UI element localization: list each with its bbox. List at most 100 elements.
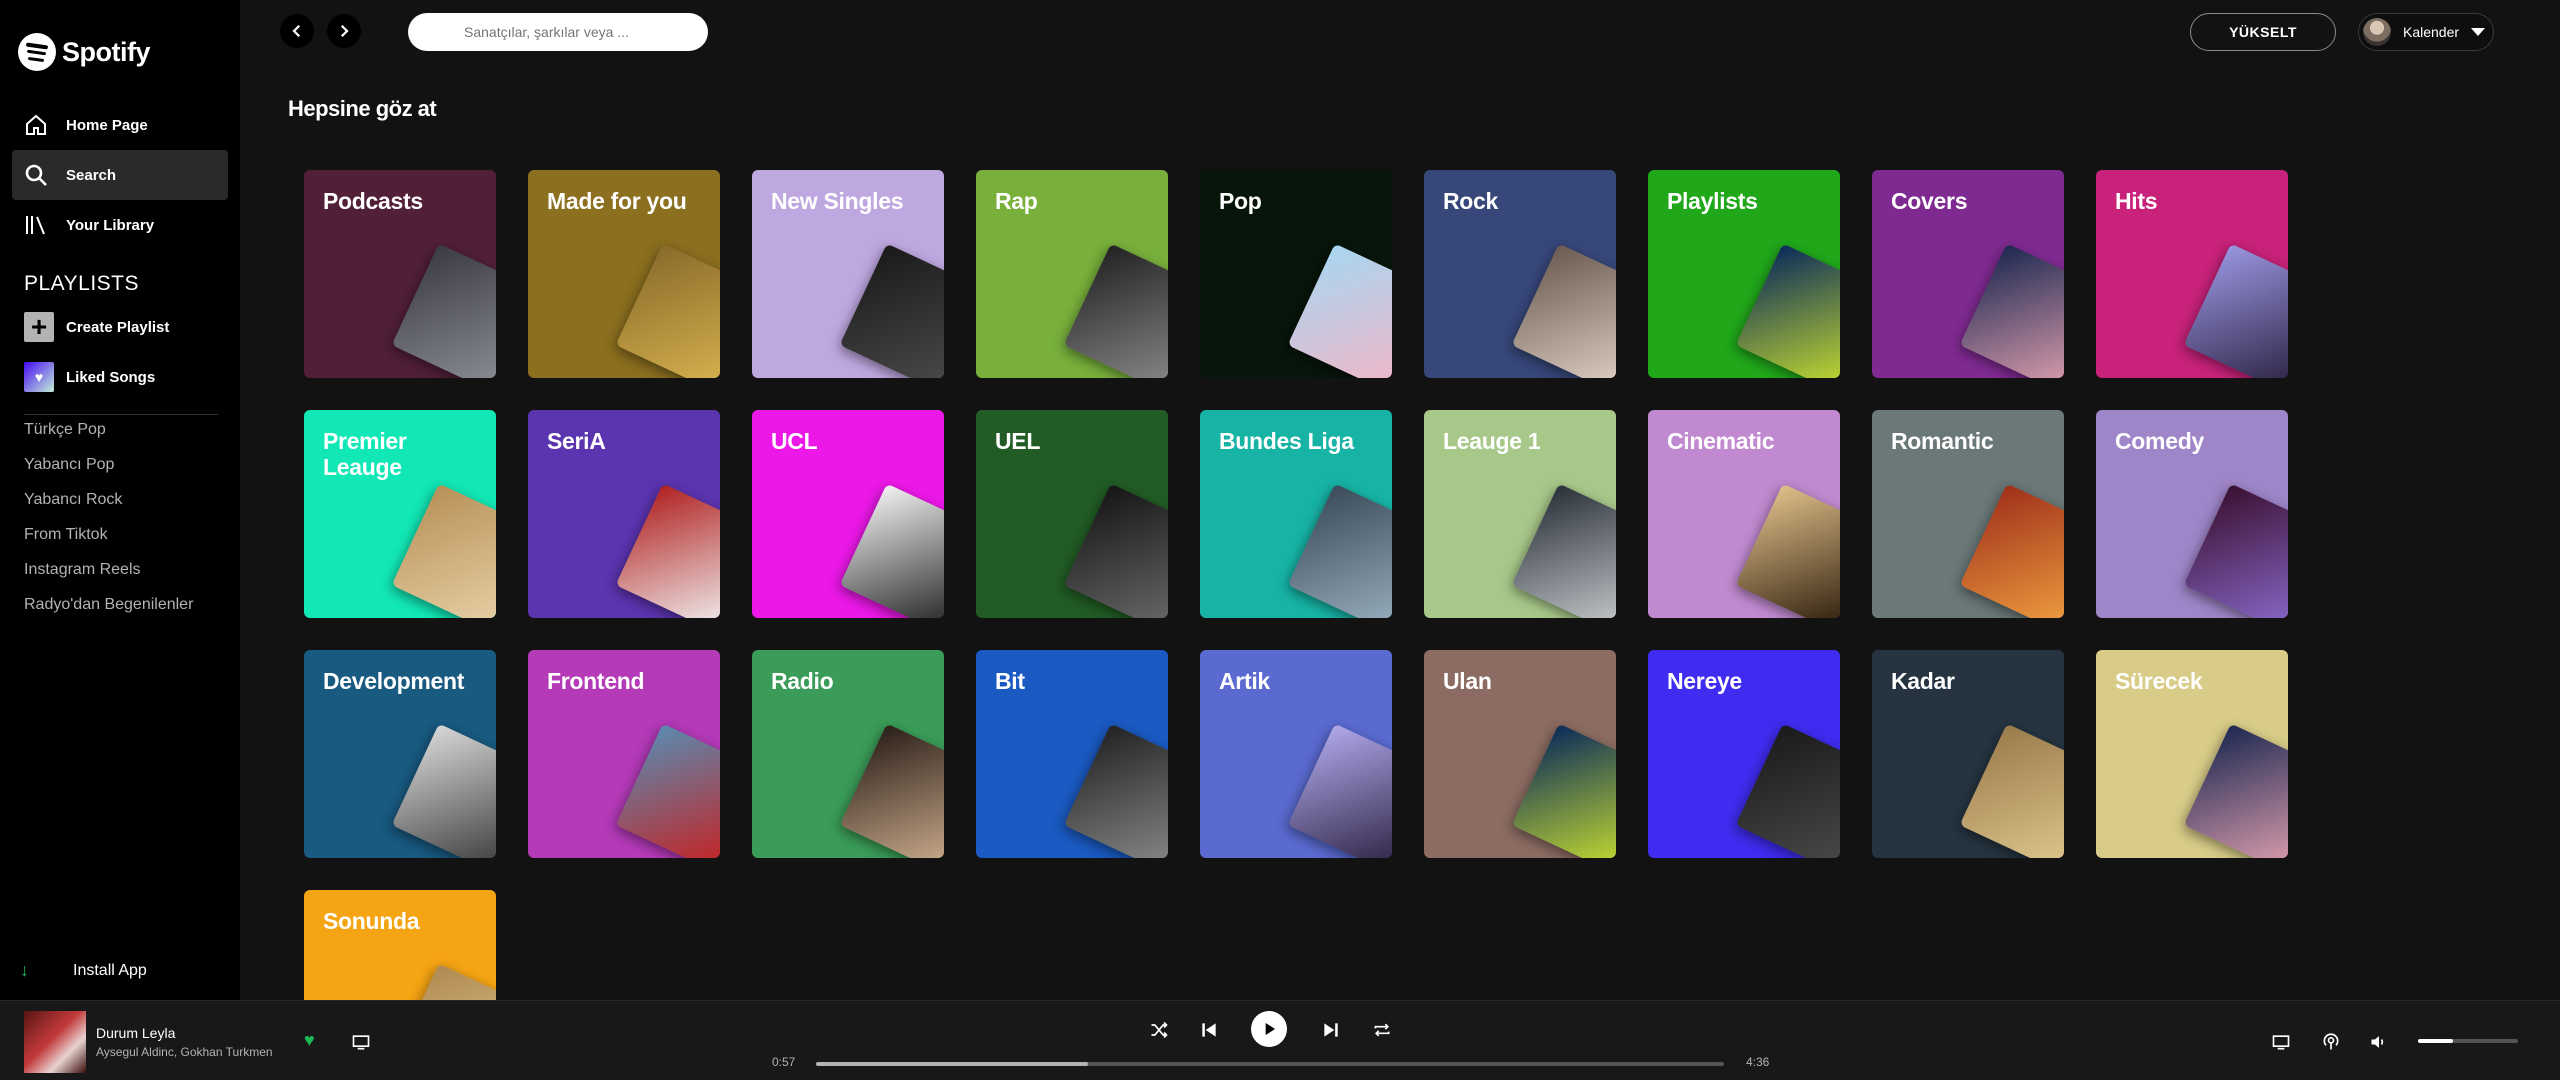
category-card[interactable]: Kadar — [1872, 650, 2064, 858]
user-menu[interactable]: Kalender — [2358, 13, 2494, 51]
category-card[interactable]: UCL — [752, 410, 944, 618]
category-card[interactable]: Rock — [1424, 170, 1616, 378]
category-cover-art — [615, 483, 720, 618]
category-cover-art — [1735, 243, 1840, 378]
category-cover-art — [1063, 723, 1168, 858]
category-card[interactable]: Premier Leauge — [304, 410, 496, 618]
playlist-item[interactable]: From Tiktok — [24, 525, 193, 560]
repeat-button[interactable] — [1371, 1019, 1393, 1041]
forward-button[interactable] — [327, 14, 361, 48]
chevron-left-icon — [292, 24, 301, 38]
category-card[interactable]: Hits — [2096, 170, 2288, 378]
category-card[interactable]: Podcasts — [304, 170, 496, 378]
category-title: Podcasts — [323, 188, 423, 214]
create-playlist-button[interactable]: + Create Playlist — [24, 312, 169, 342]
playlist-item[interactable]: Radyo'dan Begenilenler — [24, 595, 193, 630]
nav-library[interactable]: Your Library — [12, 200, 228, 250]
plus-icon: + — [24, 312, 54, 342]
category-card[interactable]: New Singles — [752, 170, 944, 378]
next-button[interactable] — [1320, 1019, 1342, 1041]
category-card[interactable]: Comedy — [2096, 410, 2288, 618]
category-card[interactable]: Bundes Liga — [1200, 410, 1392, 618]
category-card[interactable]: SeriA — [528, 410, 720, 618]
library-icon — [26, 216, 45, 235]
category-cover-art — [839, 723, 944, 858]
category-card[interactable]: Artik — [1200, 650, 1392, 858]
now-playing-artist[interactable]: Aysegul Aldinc, Gokhan Turkmen — [96, 1045, 273, 1059]
category-card[interactable]: Playlists — [1648, 170, 1840, 378]
category-card[interactable]: Romantic — [1872, 410, 2064, 618]
podcast-button[interactable] — [2320, 1031, 2342, 1053]
create-playlist-label: Create Playlist — [66, 318, 170, 336]
scrollbar[interactable] — [2544, 0, 2560, 1000]
repeat-icon — [1374, 1023, 1390, 1037]
total-time: 4:36 — [1746, 1055, 1770, 1069]
category-cover-art — [1511, 483, 1616, 618]
playlist-item[interactable]: Yabancı Pop — [24, 455, 193, 490]
now-playing-title[interactable]: Durum Leyla — [96, 1025, 175, 1041]
category-cover-art — [1063, 483, 1168, 618]
category-cover-art — [1511, 723, 1616, 858]
category-card[interactable]: Leauge 1 — [1424, 410, 1616, 618]
play-button[interactable] — [1251, 1011, 1287, 1047]
spotify-logo[interactable]: Spotify — [18, 32, 151, 72]
category-title: Comedy — [2115, 428, 2204, 454]
skip-back-icon — [1202, 1023, 1216, 1037]
volume-button[interactable] — [2368, 1031, 2390, 1053]
picture-in-picture-button[interactable] — [350, 1031, 372, 1053]
category-cover-art — [1287, 483, 1392, 618]
podcast-icon — [2323, 1033, 2339, 1050]
category-title: Rap — [995, 188, 1038, 214]
heart-icon[interactable]: ♥ — [304, 1030, 315, 1051]
install-app-button[interactable]: ↓ Install App — [20, 960, 147, 981]
category-card[interactable]: Ulan — [1424, 650, 1616, 858]
playlist-item[interactable]: Instagram Reels — [24, 560, 193, 595]
shuffle-button[interactable] — [1148, 1019, 1170, 1041]
category-card[interactable]: Rap — [976, 170, 1168, 378]
category-title: Covers — [1891, 188, 1968, 214]
upgrade-button[interactable]: YÜKSELT — [2190, 13, 2336, 51]
volume-slider[interactable] — [2418, 1039, 2518, 1043]
nav-search[interactable]: Search — [12, 150, 228, 200]
category-cover-art — [1287, 243, 1392, 378]
category-card[interactable]: Sonunda — [304, 890, 496, 1000]
category-card[interactable]: Cinematic — [1648, 410, 1840, 618]
category-title: Pop — [1219, 188, 1262, 214]
skip-forward-icon — [1324, 1023, 1338, 1037]
category-cover-art — [391, 483, 496, 618]
category-card[interactable]: Covers — [1872, 170, 2064, 378]
category-cover-art — [2183, 483, 2288, 618]
category-card[interactable]: Bit — [976, 650, 1168, 858]
now-playing-cover[interactable] — [24, 1011, 86, 1073]
category-cover-art — [391, 963, 496, 1000]
category-title: Artik — [1219, 668, 1270, 694]
category-title: Nereye — [1667, 668, 1742, 694]
progress-bar[interactable] — [816, 1062, 1724, 1066]
shuffle-icon — [1151, 1021, 1168, 1039]
play-icon — [1265, 1023, 1275, 1035]
category-card[interactable]: Development — [304, 650, 496, 858]
chevron-right-icon — [340, 24, 349, 38]
category-card[interactable]: Pop — [1200, 170, 1392, 378]
category-title: Bundes Liga — [1219, 428, 1354, 454]
back-button[interactable] — [280, 14, 314, 48]
category-card[interactable]: Nereye — [1648, 650, 1840, 858]
category-card[interactable]: Sürecek — [2096, 650, 2288, 858]
previous-button[interactable] — [1198, 1019, 1220, 1041]
category-card[interactable]: UEL — [976, 410, 1168, 618]
category-cover-art — [1735, 483, 1840, 618]
search-input[interactable]: Sanatçılar, şarkılar veya ... — [408, 13, 708, 51]
category-cover-art — [1287, 723, 1392, 858]
category-card[interactable]: Frontend — [528, 650, 720, 858]
category-card[interactable]: Made for you — [528, 170, 720, 378]
category-card[interactable]: Radio — [752, 650, 944, 858]
category-title: Frontend — [547, 668, 645, 694]
nav-library-label: Your Library — [66, 216, 155, 234]
category-grid: Podcasts Made for you New Singles Rap Pop Roc… — [304, 170, 2304, 1000]
nav-home[interactable]: Home Page — [12, 100, 228, 150]
liked-songs-button[interactable]: ♥ Liked Songs — [24, 362, 155, 392]
devices-button[interactable] — [2270, 1031, 2292, 1053]
playlist-item[interactable]: Türkçe Pop — [24, 420, 193, 455]
category-title: SeriA — [547, 428, 606, 454]
playlist-item[interactable]: Yabancı Rock — [24, 490, 193, 525]
